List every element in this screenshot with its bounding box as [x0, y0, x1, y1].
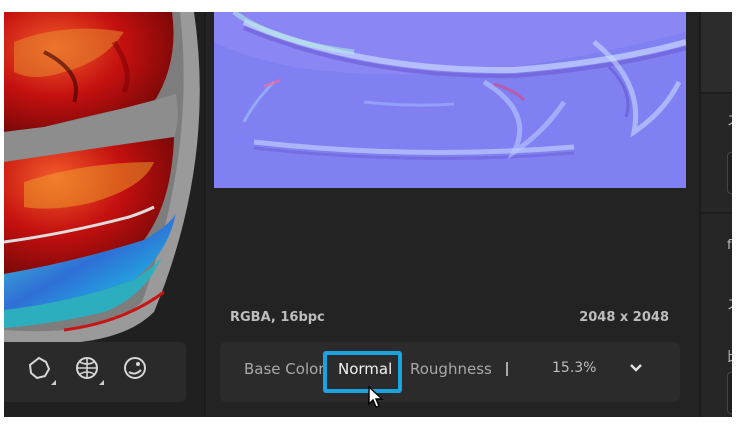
texture-panel: RGBA, 16bpc 2048 x 2048 Base Color Norma… [206, 12, 699, 417]
environment-button[interactable] [74, 355, 108, 389]
mouse-cursor-icon [368, 386, 384, 408]
normal-map-preview[interactable] [214, 12, 686, 188]
properties-field[interactable] [727, 372, 732, 414]
texture-resolution: 2048 x 2048 [579, 310, 669, 325]
properties-header [701, 12, 732, 92]
properties-label: ス [727, 110, 732, 129]
lighting-button[interactable] [26, 355, 60, 389]
lighting-icon [28, 356, 51, 380]
texture-format: RGBA, 16bpc [230, 310, 325, 325]
properties-label: ス [727, 294, 732, 313]
normal-map-image [214, 12, 686, 188]
chevron-down-icon [630, 364, 642, 372]
app-frame: RGBA, 16bpc 2048 x 2048 Base Color Norma… [4, 12, 732, 417]
channel-normal[interactable]: Normal [338, 360, 392, 378]
properties-label: 比 [727, 346, 732, 365]
zoom-percent: 15.3% [552, 360, 597, 376]
properties-label: f [727, 238, 732, 253]
3d-viewport[interactable] [4, 12, 204, 417]
environment-icon [76, 357, 98, 379]
viewport-toolbar [4, 342, 186, 402]
properties-field[interactable] [727, 152, 732, 194]
material-ball-button[interactable] [122, 355, 156, 389]
channel-separator [506, 362, 508, 376]
channel-roughness[interactable]: Roughness [410, 360, 492, 378]
material-ball-icon [124, 357, 146, 379]
channel-selector-bar: Base Color Normal Roughness 15.3% [220, 342, 680, 408]
channel-dropdown-button[interactable] [628, 360, 644, 380]
channel-base-color[interactable]: Base Color [244, 360, 324, 378]
properties-panel: ス f ス 比 [699, 12, 732, 417]
panel-separator [701, 92, 732, 94]
panel-separator [701, 212, 732, 214]
dropdown-corner-icon [51, 380, 56, 385]
dropdown-corner-icon [99, 380, 104, 385]
